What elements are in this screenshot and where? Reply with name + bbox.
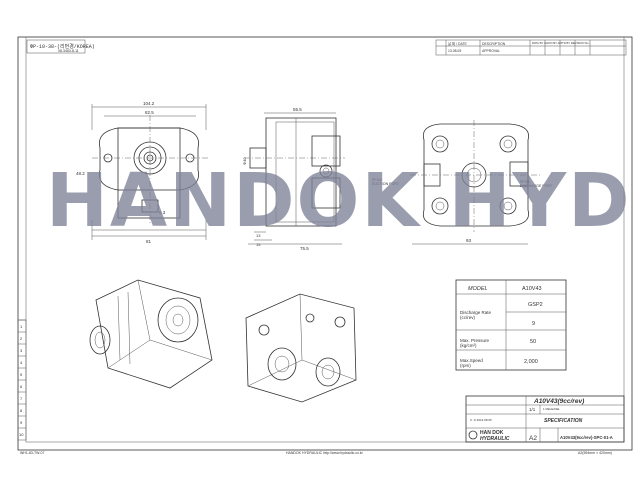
footer-right: A2(594mm × 420mm): [578, 451, 612, 455]
spec-header-value: A10V43: [522, 286, 542, 292]
title-rev-small: 1 RELEASE: [543, 407, 559, 411]
margin-num: 8: [20, 408, 23, 413]
title-date-line: 3. 1/ 2013.08.05: [470, 418, 492, 422]
spec-row-label: Discharge Rate (cc/rev): [460, 310, 492, 320]
drawing-scale: 1/1: [529, 407, 536, 412]
spec-row-label: Max.Speed (rpm): [460, 358, 483, 368]
spec-row-label: Max. Pressure (kg/cm²): [460, 338, 490, 348]
rev-desc-label: DESCRIPTION: [482, 42, 506, 46]
margin-num: 4: [20, 360, 23, 365]
margin-num: 9: [20, 420, 23, 425]
spec-header-label: MODEL: [468, 286, 488, 292]
margin-num: 6: [20, 384, 23, 389]
rev-desc-value: APPROVAL: [482, 49, 500, 53]
dim-front-width: 104.2: [143, 101, 155, 106]
margin-num: 7: [20, 396, 23, 401]
spec-row-value: 50: [530, 339, 536, 345]
drawing-number: A10V43(9cc/rev)-SPC-01-A: [560, 435, 613, 440]
company-logo-icon: [468, 430, 478, 440]
left-code-box: ФР-10-38-(리번경/KOREA) 08-3463-8-11: [26, 39, 95, 54]
left-margin-scale: 1 2 3 4 5 6 7 8 9 10: [17, 319, 27, 441]
rev-date-value: 13.08.05: [448, 49, 461, 53]
margin-num: 2: [20, 336, 23, 341]
margin-num: 5: [20, 372, 23, 377]
margin-num: 3: [20, 348, 23, 353]
sheet-size: A2: [529, 435, 537, 442]
left-code-sub: 08-3463-8-11: [58, 49, 79, 53]
drawing-title: A10V43(9cc/rev): [533, 398, 584, 405]
watermark-text: HANDOK HYD: [46, 158, 632, 244]
iso-view-left: [89, 279, 213, 389]
spec-table: MODEL A10V43 Discharge Rate (cc/rev) GSP2…: [455, 279, 567, 371]
drawing-subtitle: SPECIFICATION: [544, 418, 583, 424]
drawing-sheet: ФР-10-38-(리번경/KOREA) 08-3463-8-11 날 짜 / …: [17, 36, 633, 455]
revision-table: 날 짜 / DATE DESCRIPTION 13.08.05 APPROVAL…: [435, 39, 627, 56]
iso-view-right: [245, 293, 357, 403]
rev-date-label: 날 짜 / DATE: [448, 41, 468, 46]
footer-center: HANDOK HYDRAULIC http://www.hydraulic.co…: [286, 451, 364, 455]
spec-row-value: 9: [532, 321, 535, 327]
title-block: A10V43(9cc/rev) 1/1 SPECIFICATION 3. 1/ …: [465, 395, 625, 443]
dim-side-bottom: 75.5: [300, 246, 309, 251]
margin-num: 10: [19, 432, 24, 437]
spec-row-value: GSP2: [528, 302, 543, 308]
rev-columns: DWG BY CHK'D BY APP'D BY REVISION No.: [532, 41, 590, 45]
dim-side-top: 55.5: [293, 107, 302, 112]
margin-num: 1: [20, 324, 23, 329]
company-name-en: HYDRAULIC: [480, 436, 510, 442]
footer-left: WH1-83-TW-07: [20, 451, 44, 455]
dim-front-inner: 82.5: [145, 110, 154, 115]
spec-row-value: 2,000: [524, 359, 538, 365]
